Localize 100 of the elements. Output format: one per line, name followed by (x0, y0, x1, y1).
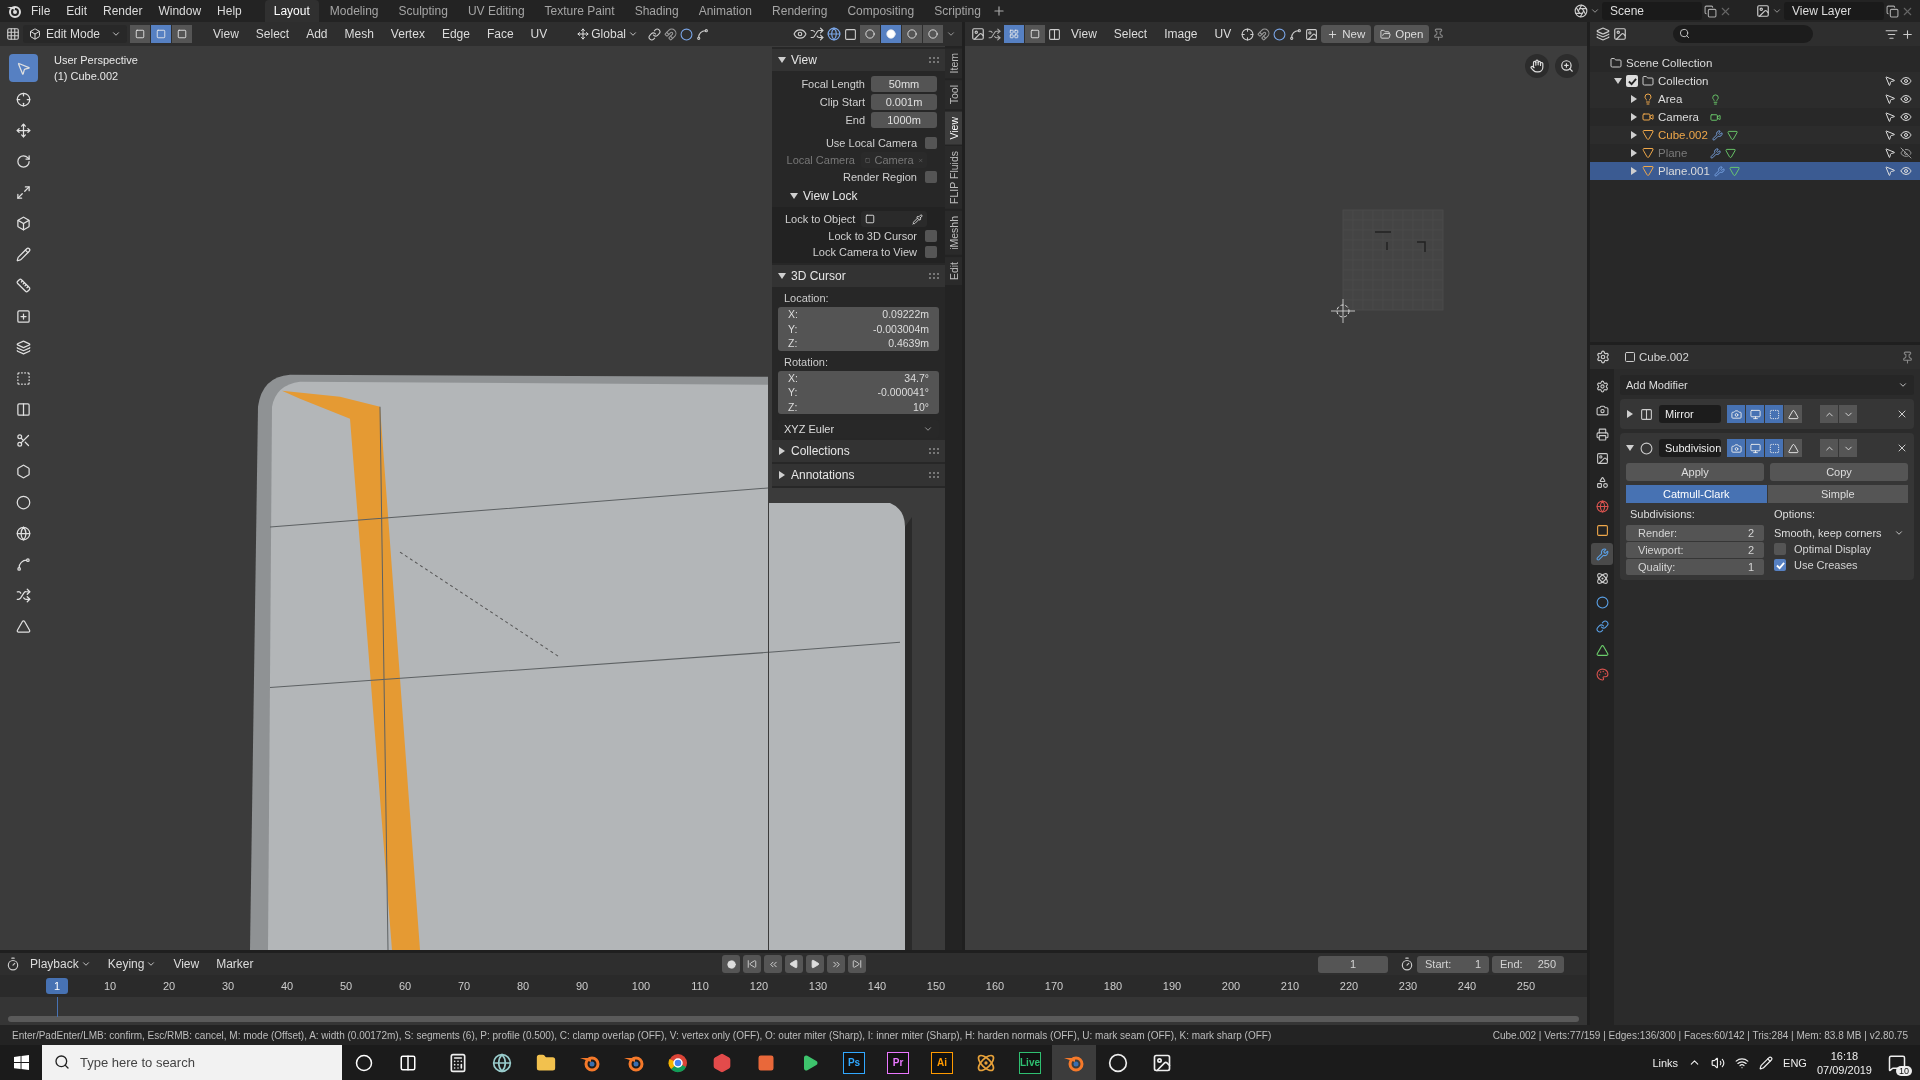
frame-number: 250 (1515, 980, 1537, 992)
taskbar-app[interactable]: Ps (832, 1045, 876, 1080)
menu-item[interactable]: UV (1207, 24, 1239, 44)
vector-field[interactable]: X: 0.09222m Y: -0.003004m Z: 0.4639m (778, 307, 939, 351)
number-field[interactable]: 0.001m (871, 94, 937, 110)
language-indicator[interactable]: ENG (1783, 1056, 1807, 1069)
current-frame-field[interactable]: 1 (1318, 955, 1388, 973)
links-toolbar[interactable]: Links (1652, 1056, 1679, 1069)
workspace-tab[interactable]: Animation (689, 0, 762, 22)
sidebar-tab[interactable]: View (945, 111, 962, 145)
modifier-name-field[interactable]: Subdivision (1659, 439, 1721, 457)
menu-item[interactable]: Face (479, 24, 521, 44)
frame-number: 110 (690, 980, 710, 992)
app-label: Ai (931, 1051, 953, 1074)
menu-item[interactable]: Vertex (383, 24, 432, 44)
outliner-row[interactable]: Plane.001 (1590, 162, 1920, 180)
menu-item[interactable]: Select (1106, 24, 1155, 44)
axis-label: Z: (788, 337, 798, 350)
workspace-tab[interactable]: Modeling (320, 0, 388, 22)
new-image-button[interactable]: New (1321, 25, 1372, 43)
number-field[interactable]: Viewport: 2 (1626, 542, 1764, 558)
panel-header[interactable]: Annotations (772, 464, 945, 486)
modifier-name-field[interactable]: Mirror (1659, 405, 1721, 423)
orientation-dropdown[interactable]: Global (570, 24, 645, 44)
menu-item[interactable]: Image (1157, 24, 1205, 44)
menu-item[interactable]: Help (210, 1, 249, 21)
subpanel-header[interactable]: View Lock (772, 185, 945, 207)
number-field[interactable]: 1000m (871, 112, 937, 128)
panel-header[interactable]: 3D Cursor (772, 265, 945, 287)
scene-field[interactable]: Scene (1602, 2, 1702, 20)
axis-label: Z: (788, 400, 798, 413)
menu-item[interactable]: View (206, 24, 246, 44)
menu-item[interactable]: Playback (23, 954, 98, 974)
menu-item[interactable]: Keying (100, 954, 164, 974)
taskbar-app[interactable]: Ai (920, 1045, 964, 1080)
copy-button[interactable]: Copy (1770, 463, 1908, 481)
frame-number: 50 (338, 980, 354, 992)
outliner-row[interactable]: Collection (1590, 72, 1920, 90)
vector-field[interactable]: X: 34.7° Y: -0.000041° Z: 10° (778, 370, 939, 414)
start-frame-field[interactable]: Start: 1 (1417, 955, 1489, 973)
workspace-tab[interactable]: Texture Paint (535, 0, 624, 22)
frame-number: 210 (1279, 980, 1301, 992)
taskbar-app[interactable]: Live (1008, 1045, 1052, 1080)
time: 16:18 (1830, 1048, 1859, 1063)
menu-item[interactable]: Select (248, 24, 297, 44)
status-hint: Enter/PadEnter/LMB: confirm, Esc/RMB: cancel, M: mode (Offset), A: width (0.00172m), S: segments (6), P: profile (0.500), C: clamp overlap (OFF), V: vertex only (OFF), O: outer miter (Sharp), I: inner miter (Sharp), H: harden normals (OFF), U: mark seam (OFF), K: mark sharp (OFF) (12, 1029, 1272, 1041)
menu-item[interactable]: Add (299, 24, 335, 44)
number-field[interactable]: 50mm (871, 76, 937, 92)
menu-item[interactable]: View (166, 954, 207, 974)
panel-header[interactable]: Collections (772, 440, 945, 462)
menu-item[interactable]: View (1064, 24, 1104, 44)
panel-header[interactable]: View (772, 49, 945, 71)
axis-value: -0.003004m (872, 322, 929, 335)
taskbar-app[interactable]: Pr (876, 1045, 920, 1080)
collection-name: Scene Collection (1626, 57, 1713, 69)
mode-dropdown[interactable]: Edit Mode (23, 25, 127, 43)
uv-smooth-dropdown[interactable]: Smooth, keep corners (1770, 525, 1908, 541)
open-image-button[interactable]: Open (1374, 25, 1430, 43)
number-field[interactable]: Render: 2 (1626, 525, 1764, 541)
workspace-tab[interactable]: Layout (264, 0, 319, 22)
outliner-row[interactable]: Cube.002 (1590, 126, 1920, 144)
menu-item[interactable]: Edit (59, 1, 95, 21)
sidebar-tab[interactable]: iMeshh (945, 211, 962, 256)
workspace-tab[interactable]: Scripting (925, 0, 990, 22)
sidebar-tab[interactable]: Edit (945, 257, 962, 286)
sidebar-tab[interactable]: Tool (945, 80, 962, 110)
menu-item[interactable]: Marker (209, 954, 261, 974)
taskbar-search-field[interactable]: Type here to search (42, 1045, 342, 1080)
frame-number: 40 (279, 980, 295, 992)
apply-button[interactable]: Apply (1626, 463, 1764, 481)
frame-number: 240 (1456, 980, 1478, 992)
sidebar-tab[interactable]: FLIP Fluids (945, 146, 962, 210)
end-frame-field[interactable]: End: 250 (1492, 955, 1564, 973)
algorithm-toggle[interactable]: Catmull-Clark (1626, 485, 1767, 503)
workspace-tab[interactable]: Compositing (838, 0, 924, 22)
frame-number: 190 (1161, 980, 1183, 992)
menu-item[interactable]: Edge (434, 24, 477, 44)
algorithm-toggle[interactable]: Simple (1767, 485, 1908, 503)
add-modifier-dropdown[interactable]: Add Modifier (1620, 375, 1914, 395)
notification-button[interactable]: 10 (1882, 1047, 1912, 1078)
view-layer-field[interactable]: View Layer (1784, 2, 1884, 20)
frame-number: 150 (925, 980, 947, 992)
axis-value: 10° (913, 400, 929, 413)
menu-item[interactable]: Mesh (337, 24, 381, 44)
app-label: Live (1019, 1051, 1041, 1074)
menu-item[interactable]: UV (523, 24, 555, 44)
clock[interactable]: 16:18 07/09/2019 (1816, 1048, 1872, 1077)
number-field[interactable]: Quality: 1 (1626, 559, 1764, 575)
sidebar-tab[interactable]: Item (945, 48, 962, 79)
workspace-tab[interactable]: Rendering (763, 0, 837, 22)
panel-title: Collections (791, 444, 851, 458)
menu-item[interactable]: Render (96, 1, 150, 21)
frame-number: 30 (220, 980, 236, 992)
workspace-tab[interactable]: UV Editing (458, 0, 534, 22)
outliner-row[interactable]: Area (1590, 90, 1920, 108)
menu-item[interactable]: File (24, 1, 58, 21)
menu-item[interactable]: Window (151, 1, 209, 21)
playhead-handle[interactable]: 1 (46, 978, 68, 994)
workspace-tab[interactable]: Sculpting (389, 0, 457, 22)
workspace-tab[interactable]: Shading (625, 0, 688, 22)
